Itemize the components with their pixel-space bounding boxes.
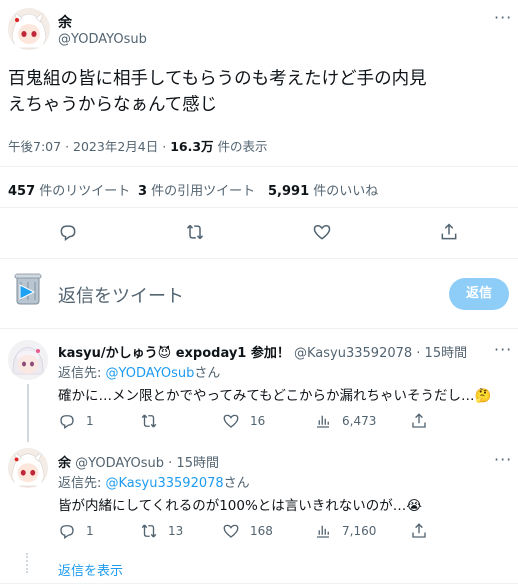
tweet-text-line-2: えちゃうからなぁんて感じ bbox=[8, 95, 218, 115]
quotes-stat[interactable]: 3 件の引用ツイート bbox=[138, 180, 255, 199]
tweet-time[interactable]: 午後7:07 bbox=[8, 139, 61, 154]
divider bbox=[0, 328, 518, 329]
replying-to-label: 返信先: bbox=[58, 366, 106, 381]
quotes-count: 3 bbox=[138, 184, 148, 199]
reply-submit-button[interactable]: 返信 bbox=[449, 278, 509, 310]
retweet-icon bbox=[186, 224, 204, 240]
author-name[interactable]: 余 bbox=[58, 12, 72, 32]
heart-icon bbox=[223, 414, 239, 428]
reply-2-more-icon[interactable]: ··· bbox=[494, 450, 512, 469]
reply-icon bbox=[60, 225, 76, 241]
reply-2-reply-button[interactable]: 1 bbox=[58, 522, 94, 540]
retweet-count: 13 bbox=[168, 524, 184, 538]
analytics-icon bbox=[317, 525, 329, 538]
reply-2-author-name[interactable]: 余 bbox=[58, 456, 71, 471]
reply-2-replying-to: 返信先: @Kasyu33592078さん bbox=[58, 472, 250, 491]
share-icon bbox=[412, 413, 426, 428]
tweet-text: 百鬼組の皆に相手してもらうのも考えたけど手の内見 えちゃうからなぁんて感じ bbox=[8, 66, 427, 118]
reply-2-header: 余 @YODAYOsub · 15時間 bbox=[58, 452, 219, 471]
reply-1-author-name[interactable]: kasyu/かしゅう😈 expoday1 参加！ bbox=[58, 346, 290, 361]
divider bbox=[0, 166, 518, 167]
divider bbox=[0, 258, 518, 259]
retweets-stat[interactable]: 457 件のリツイート bbox=[8, 180, 130, 199]
tweet-date[interactable]: 2023年2月4日 bbox=[73, 139, 158, 154]
reply-count: 1 bbox=[86, 414, 94, 428]
retweets-count: 457 bbox=[8, 184, 36, 199]
reply-1-reply-button[interactable]: 1 bbox=[58, 412, 94, 430]
like-button[interactable] bbox=[312, 222, 332, 242]
author-handle[interactable]: @YODAYOsub bbox=[58, 32, 147, 47]
views-count: 16.3万 bbox=[170, 139, 214, 154]
view-count: 7,160 bbox=[342, 524, 377, 538]
reply-2-text: 皆が内緒にしてくれるのが100%とは言いきれないのが…😭 bbox=[58, 498, 423, 514]
heart-icon bbox=[313, 224, 331, 240]
meta-separator: · bbox=[65, 139, 70, 154]
reply-icon bbox=[60, 525, 74, 540]
views-label: 件の表示 bbox=[213, 139, 268, 154]
replying-to-label: 返信先: bbox=[58, 476, 106, 491]
replying-to-suffix: さん bbox=[194, 366, 221, 381]
thread-line bbox=[27, 384, 29, 442]
reply-2-author-handle[interactable]: @YODAYOsub bbox=[75, 456, 164, 471]
reply-1-replying-to: 返信先: @YODAYOsubさん bbox=[58, 362, 220, 381]
retweet-button[interactable] bbox=[185, 222, 205, 242]
meta-separator-2: · bbox=[162, 139, 167, 154]
heart-icon bbox=[223, 524, 239, 538]
reply-1-author-handle[interactable]: @Kasyu33592078 bbox=[294, 346, 412, 361]
reply-button[interactable] bbox=[58, 222, 78, 242]
reply-2-avatar[interactable] bbox=[8, 448, 48, 488]
likes-stat[interactable]: 5,991 件のいいね bbox=[268, 180, 378, 199]
share-button[interactable] bbox=[439, 222, 459, 242]
reply-count: 1 bbox=[86, 524, 94, 538]
like-count: 16 bbox=[250, 414, 266, 428]
likes-label: 件のいいね bbox=[309, 184, 379, 199]
reply-2-views-button[interactable]: 7,160 bbox=[314, 522, 376, 540]
quotes-label: 件の引用ツイート bbox=[147, 184, 256, 199]
reply-icon bbox=[60, 415, 74, 430]
like-count: 168 bbox=[250, 524, 273, 538]
reply-1-avatar[interactable] bbox=[8, 340, 48, 380]
tweet-meta: 午後7:07 · 2023年2月4日 · 16.3万 件の表示 bbox=[8, 136, 268, 155]
reply-2-share-button[interactable] bbox=[410, 522, 428, 540]
analytics-icon bbox=[317, 415, 329, 428]
reply-1-more-icon[interactable]: ··· bbox=[494, 340, 512, 359]
divider bbox=[0, 207, 518, 208]
share-icon bbox=[441, 223, 457, 240]
replying-to-handle[interactable]: @YODAYOsub bbox=[106, 366, 195, 381]
reply-2-retweet-button[interactable]: 13 bbox=[140, 522, 183, 540]
author-avatar[interactable] bbox=[8, 8, 50, 50]
retweets-label: 件のリツイート bbox=[35, 184, 131, 199]
reply-1-retweet-button[interactable] bbox=[140, 412, 168, 430]
reply-1-text: 確かに…メン限とかでやってみてもどこからか漏れちゃいそうだし…🤔 bbox=[58, 388, 492, 404]
likes-count: 5,991 bbox=[268, 184, 310, 199]
replying-to-suffix: さん bbox=[223, 476, 250, 491]
reply-2-time[interactable]: · 15時間 bbox=[168, 456, 219, 471]
share-icon bbox=[412, 523, 426, 538]
view-count: 6,473 bbox=[342, 414, 377, 428]
reply-1-share-button[interactable] bbox=[410, 412, 428, 430]
replying-to-handle[interactable]: @Kasyu33592078 bbox=[106, 476, 224, 491]
reply-1-time[interactable]: · 15時間 bbox=[416, 346, 467, 361]
reply-compose-input[interactable]: 返信をツイート bbox=[58, 282, 184, 308]
show-replies-link[interactable]: 返信を表示 bbox=[58, 560, 123, 579]
reply-1-views-button[interactable]: 6,473 bbox=[314, 412, 376, 430]
tweet-text-line-1: 百鬼組の皆に相手してもらうのも考えたけど手の内見 bbox=[8, 69, 427, 89]
show-replies-dots bbox=[26, 553, 30, 573]
current-user-avatar[interactable] bbox=[8, 270, 48, 310]
reply-1-header: kasyu/かしゅう😈 expoday1 参加！ @Kasyu33592078 … bbox=[58, 342, 478, 361]
reply-2-like-button[interactable]: 168 bbox=[222, 522, 273, 540]
more-options-icon[interactable]: ··· bbox=[494, 8, 512, 27]
reply-1-like-button[interactable]: 16 bbox=[222, 412, 265, 430]
retweet-icon bbox=[141, 524, 157, 538]
retweet-icon bbox=[141, 414, 157, 428]
